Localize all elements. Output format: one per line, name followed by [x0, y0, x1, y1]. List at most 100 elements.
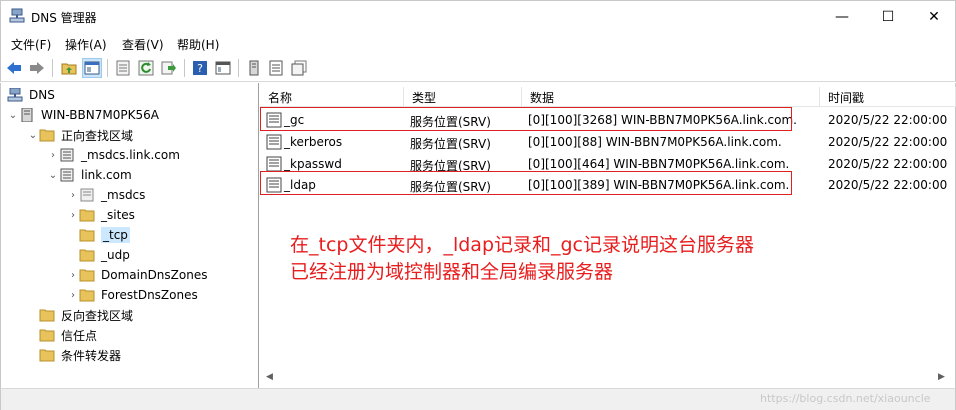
- horizontal-scrollbar[interactable]: ◀ ▶: [262, 370, 952, 386]
- help-icon[interactable]: ?: [191, 59, 209, 77]
- record-icon: [266, 156, 282, 172]
- highlight-box-gc: [260, 107, 792, 131]
- svg-text:?: ?: [197, 62, 203, 75]
- tree-item-udp[interactable]: _udp: [67, 245, 130, 265]
- title-bar: DNS 管理器 — ☐ ✕: [0, 0, 956, 32]
- forward-icon[interactable]: [28, 59, 46, 77]
- annotation-line: 已经注册为域控制器和全局编录服务器: [290, 261, 614, 283]
- tree-item-reverse-zone[interactable]: 反向查找区域: [33, 305, 133, 325]
- zone-icon: [80, 188, 94, 202]
- tree-label: 正向查找区域: [61, 128, 134, 143]
- tree-item-server[interactable]: ⌄ WIN-BBN7M0PK56A: [7, 105, 159, 125]
- tree-label: 信任点: [61, 328, 98, 343]
- folder-icon: [79, 269, 95, 282]
- record-name: _kpasswd: [284, 157, 342, 171]
- record-data: [0][100][464] WIN-BBN7M0PK56A.link.com.: [528, 157, 790, 171]
- toolbar-separator: [238, 59, 239, 77]
- tree-item-trust-points[interactable]: 信任点: [33, 325, 97, 345]
- folder-icon: [39, 309, 55, 322]
- menu-file[interactable]: 文件(F): [11, 36, 51, 53]
- menu-view[interactable]: 查看(V): [122, 36, 164, 53]
- record-timestamp: 2020/5/22 22:00:00: [828, 135, 948, 149]
- server-icon[interactable]: [245, 59, 263, 77]
- close-button[interactable]: ✕: [911, 1, 956, 32]
- record-timestamp: 2020/5/22 22:00:00: [828, 178, 948, 192]
- folder-icon: [39, 129, 55, 142]
- tree-label: _msdcs.link.com: [81, 148, 180, 162]
- refresh-icon[interactable]: [137, 59, 155, 77]
- show-tree-icon[interactable]: [82, 58, 102, 78]
- record-data: [0][100][88] WIN-BBN7M0PK56A.link.com.: [528, 135, 782, 149]
- tree-label: 反向查找区域: [61, 308, 134, 323]
- record-icon: [266, 134, 282, 150]
- tree-item-tcp[interactable]: _tcp: [67, 225, 130, 245]
- tree-item-msdcs-zone[interactable]: › _msdcs.link.com: [47, 145, 180, 165]
- column-header-name[interactable]: 名称: [260, 87, 404, 107]
- console-icon[interactable]: [214, 59, 232, 77]
- folder-icon: [39, 329, 55, 342]
- menu-bar: 文件(F) 操作(A) 查看(V) 帮助(H): [0, 32, 956, 54]
- annotation-line: 在_tcp文件夹内，_ldap记录和_gc记录说明这台服务器: [290, 234, 755, 256]
- toolbar: ?: [0, 54, 956, 82]
- export-icon[interactable]: [160, 59, 178, 77]
- chevron-right-icon[interactable]: ›: [47, 150, 59, 161]
- tree-pane: DNS ⌄ WIN-BBN7M0PK56A ⌄ 正向查找区域 › _msdcs.…: [0, 83, 259, 410]
- maximize-button[interactable]: ☐: [865, 1, 911, 32]
- scroll-right-icon[interactable]: ▶: [938, 372, 945, 382]
- column-header-type[interactable]: 类型: [404, 87, 522, 107]
- toolbar-separator: [184, 59, 185, 77]
- tree-label: link.com: [81, 168, 132, 182]
- tree-item-forestdnszones[interactable]: › ForestDnsZones: [67, 285, 198, 305]
- tree-label: _msdcs: [101, 188, 146, 202]
- back-icon[interactable]: [5, 59, 23, 77]
- dns-icon: [7, 88, 23, 102]
- minimize-button[interactable]: —: [819, 1, 865, 32]
- scroll-left-icon[interactable]: ◀: [266, 372, 273, 382]
- record-timestamp: 2020/5/22 22:00:00: [828, 157, 948, 171]
- properties-icon[interactable]: [114, 59, 132, 77]
- table-row[interactable]: _kerberos 服务位置(SRV) [0][100][88] WIN-BBN…: [260, 131, 956, 153]
- column-header-data[interactable]: 数据: [522, 87, 820, 107]
- folder-icon: [79, 229, 95, 242]
- up-folder-icon[interactable]: [60, 59, 78, 77]
- server-icon: [21, 108, 33, 122]
- menu-help[interactable]: 帮助(H): [177, 36, 219, 53]
- chevron-down-icon[interactable]: ⌄: [27, 130, 39, 141]
- tree-item-dns[interactable]: DNS: [7, 85, 55, 105]
- tree-item-forwarders[interactable]: 条件转发器: [33, 345, 121, 365]
- tree-item-link-zone[interactable]: ⌄ link.com: [47, 165, 132, 185]
- record-timestamp: 2020/5/22 22:00:00: [828, 113, 948, 127]
- chevron-right-icon[interactable]: ›: [67, 190, 79, 201]
- tree-item-msdcs[interactable]: › _msdcs: [67, 185, 145, 205]
- chevron-right-icon[interactable]: ›: [67, 290, 79, 301]
- tree-item-domaindnszones[interactable]: › DomainDnsZones: [67, 265, 207, 285]
- chevron-down-icon[interactable]: ⌄: [7, 110, 19, 121]
- toolbar-separator: [52, 59, 53, 77]
- chevron-right-icon[interactable]: ›: [67, 210, 79, 221]
- record-copy-icon[interactable]: [290, 59, 308, 77]
- tree-label: _sites: [101, 208, 135, 222]
- folder-icon: [79, 249, 95, 262]
- tree-item-sites[interactable]: › _sites: [67, 205, 135, 225]
- chevron-down-icon[interactable]: ⌄: [47, 170, 59, 181]
- tree-label: WIN-BBN7M0PK56A: [41, 108, 159, 122]
- menu-action[interactable]: 操作(A): [65, 36, 107, 53]
- annotation-text: 在_tcp文件夹内，_ldap记录和_gc记录说明这台服务器 已经注册为域控制器…: [290, 232, 754, 286]
- zone-icon: [60, 168, 74, 182]
- highlight-box-ldap: [260, 171, 792, 195]
- tree-label: 条件转发器: [61, 348, 122, 363]
- dns-app-icon: [9, 8, 25, 23]
- record-name: _kerberos: [284, 135, 343, 149]
- tree-label: DNS: [29, 88, 55, 102]
- folder-icon: [79, 289, 95, 302]
- column-header-timestamp[interactable]: 时间戳: [820, 87, 956, 107]
- toolbar-separator: [107, 59, 108, 77]
- record-type: 服务位置(SRV): [410, 137, 491, 151]
- tree-label: _udp: [101, 248, 130, 262]
- folder-icon: [39, 349, 55, 362]
- watermark: https://blog.csdn.net/xiaouncle: [760, 392, 931, 405]
- chevron-right-icon[interactable]: ›: [67, 270, 79, 281]
- zone-icon: [60, 148, 74, 162]
- tree-item-forward-zone[interactable]: ⌄ 正向查找区域: [27, 125, 133, 145]
- record-list-icon[interactable]: [267, 59, 285, 77]
